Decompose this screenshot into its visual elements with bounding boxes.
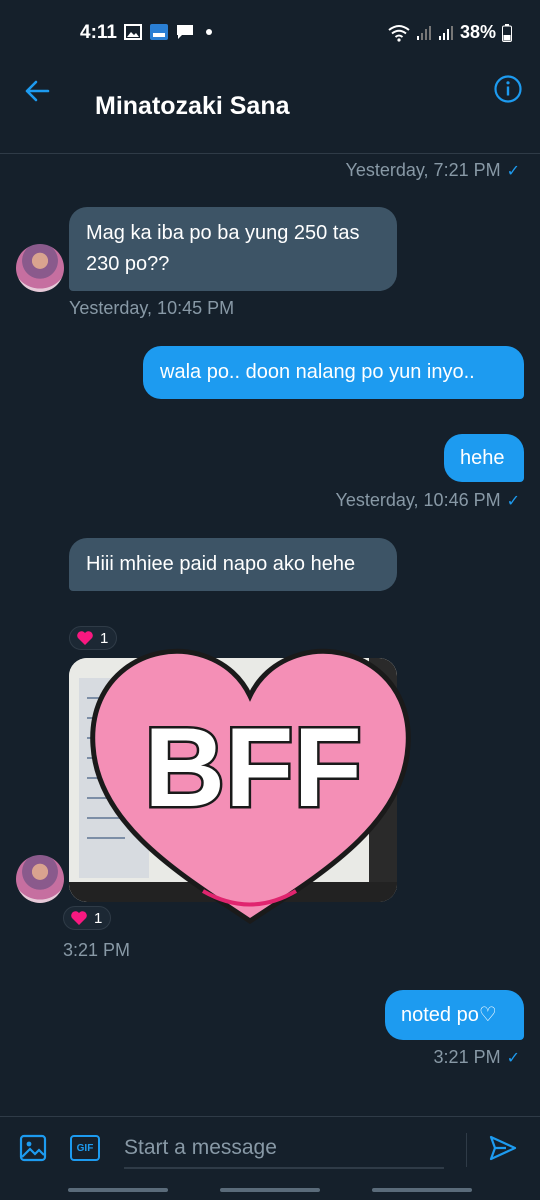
conversation-header: Minatozaki Sana: [0, 64, 540, 154]
image-icon[interactable]: [18, 1133, 48, 1163]
reaction-count: 1: [94, 909, 103, 927]
battery-percent: 38%: [459, 22, 496, 42]
more-notifications-icon: [206, 29, 212, 35]
outgoing-message-bubble[interactable]: noted po♡: [385, 990, 524, 1040]
back-button[interactable]: [20, 74, 54, 108]
status-right: 38%: [388, 22, 512, 43]
system-nav-bar: [0, 1184, 540, 1200]
sent-check-icon: ✓: [506, 163, 520, 180]
send-icon[interactable]: [488, 1133, 518, 1163]
nav-home[interactable]: [220, 1188, 320, 1192]
status-bar: 4:11 38%: [0, 0, 540, 64]
timestamp-text: Yesterday, 7:21 PM: [345, 160, 501, 180]
sticker-text: BFF: [144, 705, 362, 830]
notification-icons: [124, 24, 212, 40]
nav-back[interactable]: [372, 1188, 472, 1192]
gallery-icon: [124, 24, 142, 40]
arrow-left-icon: [25, 80, 50, 102]
sent-check-icon: ✓: [506, 1050, 520, 1067]
message-timestamp: Yesterday, 10:46 PM ✓: [335, 490, 520, 511]
message-timestamp: Yesterday, 10:45 PM: [69, 298, 235, 318]
incoming-message-bubble[interactable]: Mag ka iba po ba yung 250 tas 230 po??: [69, 207, 397, 291]
app-notification-icon: [150, 24, 168, 40]
timestamp-text: 3:21 PM: [433, 1047, 501, 1067]
message-timestamp: 3:21 PM: [63, 940, 131, 960]
chat-icon: [177, 25, 193, 39]
conversation-title[interactable]: Minatozaki Sana: [95, 92, 290, 121]
avatar[interactable]: [16, 244, 64, 292]
outgoing-message-bubble[interactable]: hehe: [444, 434, 524, 482]
nav-recent-apps[interactable]: [68, 1188, 168, 1192]
message-timestamp: Yesterday, 7:21 PM ✓: [346, 160, 521, 181]
reaction-badge[interactable]: 1: [63, 906, 112, 930]
message-input[interactable]: [124, 1129, 444, 1169]
message-timestamp: 3:21 PM ✓: [434, 1047, 520, 1068]
bff-heart-sticker: BFF: [90, 648, 411, 925]
heart-icon: [71, 911, 87, 925]
timestamp-text: Yesterday, 10:46 PM: [335, 490, 501, 510]
info-icon[interactable]: [493, 74, 523, 104]
incoming-message-bubble[interactable]: Hiii mhiee paid napo ako hehe: [69, 538, 397, 591]
battery-icon: [502, 23, 512, 42]
avatar[interactable]: [16, 855, 64, 903]
status-time: 4:11: [80, 22, 117, 43]
sent-check-icon: ✓: [506, 493, 520, 510]
divider: [466, 1133, 467, 1167]
outgoing-message-bubble[interactable]: wala po.. doon nalang po yun inyo..: [143, 346, 524, 399]
gif-button[interactable]: GIF: [70, 1135, 100, 1161]
signal-icon: [416, 25, 431, 40]
wifi-icon: [388, 24, 410, 42]
signal-icon-2: [438, 25, 453, 40]
